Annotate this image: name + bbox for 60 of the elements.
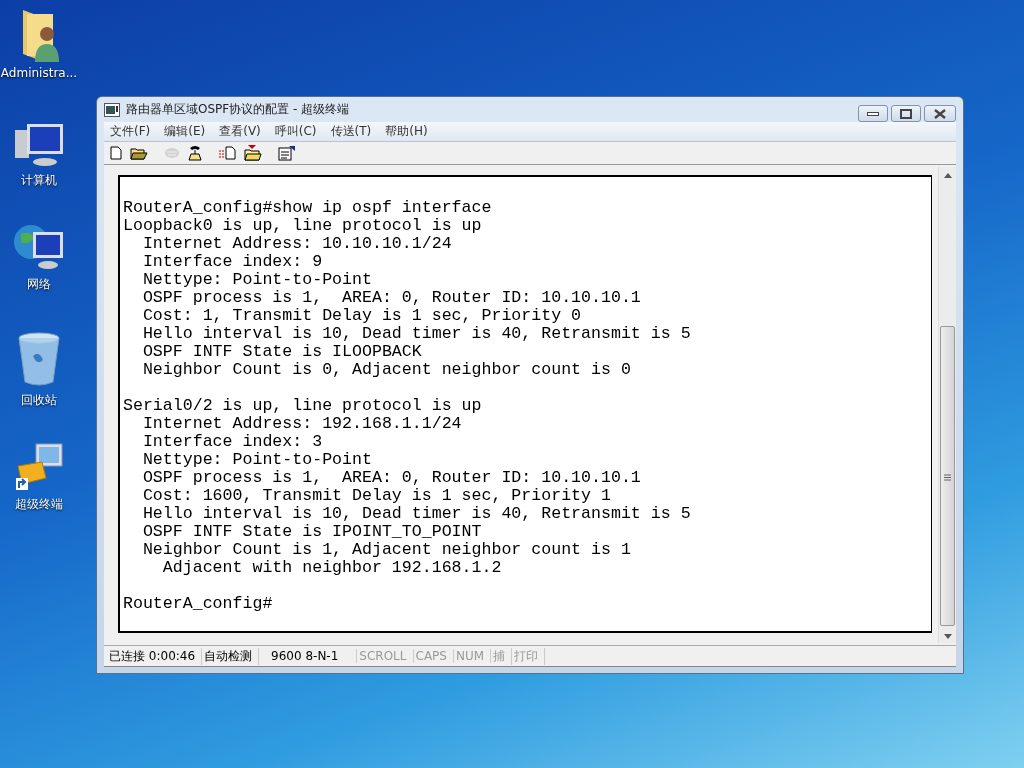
terminal-line: Internet Address: 10.10.10.1/24 bbox=[141, 235, 453, 254]
close-icon bbox=[934, 108, 946, 119]
vertical-scrollbar[interactable] bbox=[938, 167, 956, 644]
terminal-line: Cost: 1600, Transmit Delay is 1 sec, Priority 1 bbox=[141, 487, 612, 506]
scroll-down-icon[interactable] bbox=[943, 634, 952, 640]
menu-item[interactable]: 查看(V) bbox=[219, 122, 261, 140]
status-field: SCROLL bbox=[357, 649, 414, 664]
menu-item[interactable]: 传送(T) bbox=[330, 122, 372, 140]
minimize-button[interactable] bbox=[858, 105, 888, 122]
terminal-line: Neighbor Count is 1, Adjacent neighbor count is 1 bbox=[141, 541, 632, 560]
phone-dial-icon[interactable] bbox=[186, 143, 204, 164]
close-button[interactable] bbox=[924, 105, 956, 122]
status-field: NUM bbox=[453, 649, 492, 664]
desktop-icon-label[interactable]: 回收站 bbox=[21, 392, 57, 409]
desktop-icon-label[interactable]: 网络 bbox=[27, 276, 51, 293]
app-icon bbox=[104, 102, 120, 117]
menu-item[interactable]: 呼叫(C) bbox=[274, 122, 317, 140]
maximize-icon bbox=[900, 108, 912, 119]
terminal-line: Serial0/2 is up, line protocol is up bbox=[123, 397, 483, 416]
recycle-bin-icon[interactable] bbox=[17, 332, 61, 388]
status-field: 捕 bbox=[491, 647, 513, 665]
desktop-icon-label[interactable]: 超级终端 bbox=[15, 496, 63, 513]
terminal-line: Internet Address: 192.168.1.1/24 bbox=[141, 415, 463, 434]
scroll-up-icon[interactable] bbox=[943, 173, 952, 179]
menu-item[interactable]: 帮助(H) bbox=[385, 122, 428, 140]
terminal-line: Hello interval is 10, Dead timer is 40, Retransmit is 5 bbox=[141, 325, 692, 344]
receive-folder-icon[interactable] bbox=[242, 143, 264, 164]
terminal-line: Interface index: 3 bbox=[141, 433, 324, 452]
desktop-icon-label[interactable]: Administra... bbox=[0, 66, 78, 80]
terminal-line: OSPF process is 1, AREA: 0, Router ID: 10.10.10.1 bbox=[141, 469, 642, 488]
minimize-icon bbox=[867, 110, 879, 117]
status-field: CAPS bbox=[413, 649, 454, 664]
scrollbar-thumb[interactable] bbox=[940, 326, 955, 627]
terminal-line: Interface index: 9 bbox=[141, 253, 324, 272]
terminal-screen[interactable] bbox=[118, 175, 932, 634]
terminal-line: Adjacent with neighbor 192.168.1.2 bbox=[161, 559, 503, 578]
terminal-line: OSPF INTF State is IPOINT_TO_POINT bbox=[141, 523, 483, 542]
status-field: 已连接 0:00:46 bbox=[107, 647, 203, 665]
terminal-line: RouterA_config# bbox=[123, 595, 274, 614]
properties-icon[interactable] bbox=[276, 143, 298, 164]
status-field: 9600 8-N-1 bbox=[259, 649, 358, 664]
status-field: 打印 bbox=[512, 647, 546, 665]
desktop-icon-label[interactable]: 计算机 bbox=[21, 172, 57, 189]
maximize-button[interactable] bbox=[891, 105, 921, 122]
window-title: 路由器单区域OSPF协议的配置 - 超级终端 bbox=[126, 101, 351, 118]
computer-icon[interactable] bbox=[13, 122, 65, 168]
phone-computer-icon[interactable] bbox=[14, 442, 64, 492]
terminal-line: OSPF process is 1, AREA: 0, Router ID: 10.10.10.1 bbox=[141, 289, 642, 308]
menu-item[interactable]: 编辑(E) bbox=[164, 122, 206, 140]
terminal-line: Nettype: Point-to-Point bbox=[141, 271, 373, 290]
terminal-line: Cost: 1, Transmit Delay is 1 sec, Priority 0 bbox=[141, 307, 583, 326]
menu-item[interactable]: 文件(F) bbox=[110, 122, 151, 140]
status-field: 自动检测 bbox=[202, 647, 260, 665]
terminal-line: Hello interval is 10, Dead timer is 40, Retransmit is 5 bbox=[141, 505, 692, 524]
terminal-line: OSPF INTF State is ILOOPBACK bbox=[141, 343, 423, 362]
terminal-line: Loopback0 is up, line protocol is up bbox=[123, 217, 483, 236]
terminal-line: RouterA_config#show ip ospf interface bbox=[123, 199, 493, 218]
terminal-line: Nettype: Point-to-Point bbox=[141, 451, 373, 470]
network-icon[interactable] bbox=[13, 222, 65, 272]
terminal-line: Neighbor Count is 0, Adjacent neighbor count is 0 bbox=[141, 361, 632, 380]
